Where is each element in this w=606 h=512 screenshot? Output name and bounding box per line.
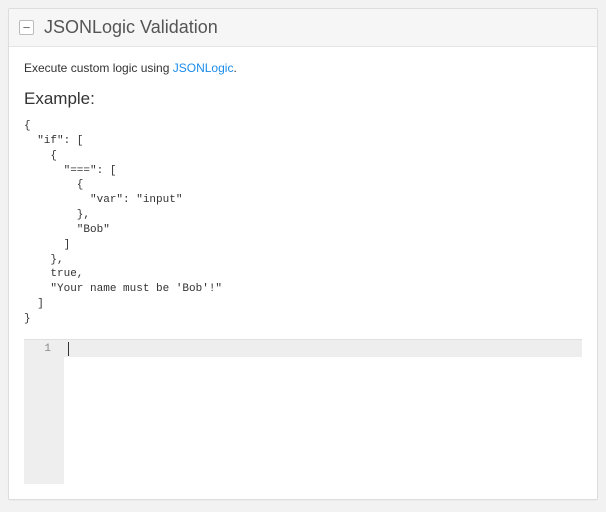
minus-icon: − — [23, 21, 31, 34]
code-editor[interactable]: 1 — [24, 339, 582, 484]
panel-header[interactable]: − JSONLogic Validation — [9, 9, 597, 47]
description-prefix: Execute custom logic using — [24, 61, 173, 75]
jsonlogic-panel: − JSONLogic Validation Execute custom lo… — [8, 8, 598, 500]
description-suffix: . — [233, 61, 236, 75]
line-number: 1 — [24, 343, 51, 355]
panel-title: JSONLogic Validation — [44, 17, 218, 38]
collapse-toggle-button[interactable]: − — [19, 20, 34, 35]
jsonlogic-link[interactable]: JSONLogic — [173, 61, 234, 75]
active-line-highlight — [64, 340, 582, 357]
example-code-block: { "if": [ { "===": [ { "var": "input" },… — [24, 119, 582, 327]
editor-content-area[interactable] — [64, 340, 582, 484]
editor-gutter: 1 — [24, 340, 64, 484]
panel-body: Execute custom logic using JSONLogic. Ex… — [9, 47, 597, 499]
description-text: Execute custom logic using JSONLogic. — [24, 61, 582, 75]
example-heading: Example: — [24, 89, 582, 109]
editor-cursor — [68, 342, 69, 356]
